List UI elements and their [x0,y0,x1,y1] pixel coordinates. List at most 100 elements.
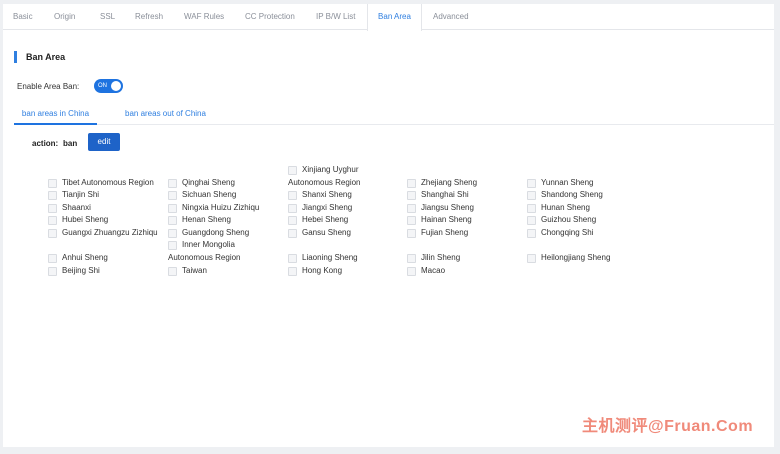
region-shanghai[interactable]: Shanghai Shi [407,189,469,201]
tab-cc-protection[interactable]: CC Protection [245,4,295,30]
tab-refresh[interactable]: Refresh [135,4,163,30]
tab-ban-areas-in-china[interactable]: ban areas in China [14,103,97,125]
checkbox[interactable] [48,190,57,200]
region-label: Shandong Sheng [541,190,603,199]
region-hebei[interactable]: Hebei Sheng [288,214,348,226]
region-label: Xinjiang Uyghur [302,165,359,174]
checkbox[interactable] [527,215,536,225]
tab-ban-area[interactable]: Ban Area [367,4,422,31]
region-label: Henan Sheng [182,215,231,224]
region-label: Fujian Sheng [421,228,469,237]
checkbox[interactable] [407,253,416,263]
region-taiwan[interactable]: Taiwan [168,265,207,277]
checkbox[interactable] [527,253,536,263]
region-tianjin[interactable]: Tianjin Shi [48,189,99,201]
tab-waf-rules[interactable]: WAF Rules [184,4,224,30]
region-label: Jiangxi Sheng [302,203,353,212]
checkbox[interactable] [168,190,177,200]
region-qinghai[interactable]: Qinghai Sheng [168,177,235,189]
region-shandong[interactable]: Shandong Sheng [527,189,603,201]
checkbox[interactable] [407,178,416,188]
tab-basic[interactable]: Basic [13,4,33,30]
region-shaanxi[interactable]: Shaanxi [48,202,91,214]
region-zhejiang[interactable]: Zhejiang Sheng [407,177,477,189]
checkbox[interactable] [527,203,536,213]
tab-advanced[interactable]: Advanced [433,4,469,30]
region-macao[interactable]: Macao [407,265,445,277]
region-label-continued: Autonomous Region [288,178,361,187]
edit-button[interactable]: edit [88,133,120,151]
region-hong-kong[interactable]: Hong Kong [288,265,342,277]
checkbox[interactable] [48,215,57,225]
checkbox[interactable] [288,165,297,175]
region-yunnan[interactable]: Yunnan Sheng [527,177,594,189]
checkbox[interactable] [407,203,416,213]
region-label: Beijing Shi [62,266,100,275]
tab-ssl[interactable]: SSL [100,4,115,30]
checkbox[interactable] [48,266,57,276]
checkbox[interactable] [407,190,416,200]
region-label: Macao [421,266,446,275]
region-label: Gansu Sheng [302,228,351,237]
region-label: Tianjin Shi [62,190,100,199]
region-label: Yunnan Sheng [541,178,594,187]
checkbox[interactable] [168,228,177,238]
checkbox[interactable] [168,215,177,225]
region-anhui[interactable]: Anhui Sheng [48,252,108,264]
checkbox[interactable] [48,203,57,213]
checkbox[interactable] [527,178,536,188]
checkbox[interactable] [168,240,177,250]
checkbox[interactable] [168,178,177,188]
tab-ban-areas-out-of-china[interactable]: ban areas out of China [125,103,206,125]
region-hunan[interactable]: Hunan Sheng [527,202,590,214]
checkbox[interactable] [288,203,297,213]
checkbox[interactable] [407,266,416,276]
checkbox[interactable] [48,228,57,238]
region-liaoning[interactable]: Liaoning Sheng [288,252,358,264]
checkbox[interactable] [288,266,297,276]
checkbox[interactable] [288,228,297,238]
region-inner-mongolia[interactable]: Inner Mongolia [168,239,235,251]
region-label: Liaoning Sheng [302,253,358,262]
checkbox[interactable] [288,215,297,225]
region-guangxi[interactable]: Guangxi Zhuangzu Zizhiqu [48,227,158,239]
region-jiangsu[interactable]: Jiangsu Sheng [407,202,474,214]
region-label: Tibet Autonomous Region [62,178,154,187]
checkbox[interactable] [527,228,536,238]
region-ningxia[interactable]: Ningxia Huizu Zizhiqu [168,202,259,214]
checkbox[interactable] [407,215,416,225]
region-guangdong[interactable]: Guangdong Sheng [168,227,249,239]
section-title: Ban Area [14,51,65,63]
region-gansu[interactable]: Gansu Sheng [288,227,351,239]
region-label: Qinghai Sheng [182,178,235,187]
checkbox[interactable] [288,190,297,200]
region-hainan[interactable]: Hainan Sheng [407,214,472,226]
region-heilongjiang[interactable]: Heilongjiang Sheng [527,252,610,264]
checkbox[interactable] [168,266,177,276]
region-beijing[interactable]: Beijing Shi [48,265,100,277]
region-jilin[interactable]: Jilin Sheng [407,252,460,264]
watermark: 主机测评@Fruan.Com [582,418,754,435]
region-jiangxi[interactable]: Jiangxi Sheng [288,202,352,214]
region-chongqing[interactable]: Chongqing Shi [527,227,593,239]
tab-origin[interactable]: Origin [54,4,75,30]
checkbox[interactable] [48,253,57,263]
checkbox[interactable] [48,178,57,188]
checkbox[interactable] [288,253,297,263]
region-hubei[interactable]: Hubei Sheng [48,214,108,226]
region-fujian[interactable]: Fujian Sheng [407,227,468,239]
tab-ip-bw-list[interactable]: IP B/W List [316,4,355,30]
region-henan[interactable]: Henan Sheng [168,214,231,226]
checkbox[interactable] [527,190,536,200]
checkbox[interactable] [168,203,177,213]
region-guizhou[interactable]: Guizhou Sheng [527,214,596,226]
region-shanxi[interactable]: Shanxi Sheng [288,189,352,201]
region-tibet[interactable]: Tibet Autonomous Region [48,177,154,189]
region-xinjiang[interactable]: Xinjiang Uyghur [288,164,358,176]
checkbox[interactable] [407,228,416,238]
region-label: Sichuan Sheng [182,190,237,199]
region-label: Shanxi Sheng [302,190,352,199]
region-sichuan[interactable]: Sichuan Sheng [168,189,236,201]
enable-area-ban-toggle[interactable]: ON [94,79,123,93]
region-label: Inner Mongolia [182,240,235,249]
